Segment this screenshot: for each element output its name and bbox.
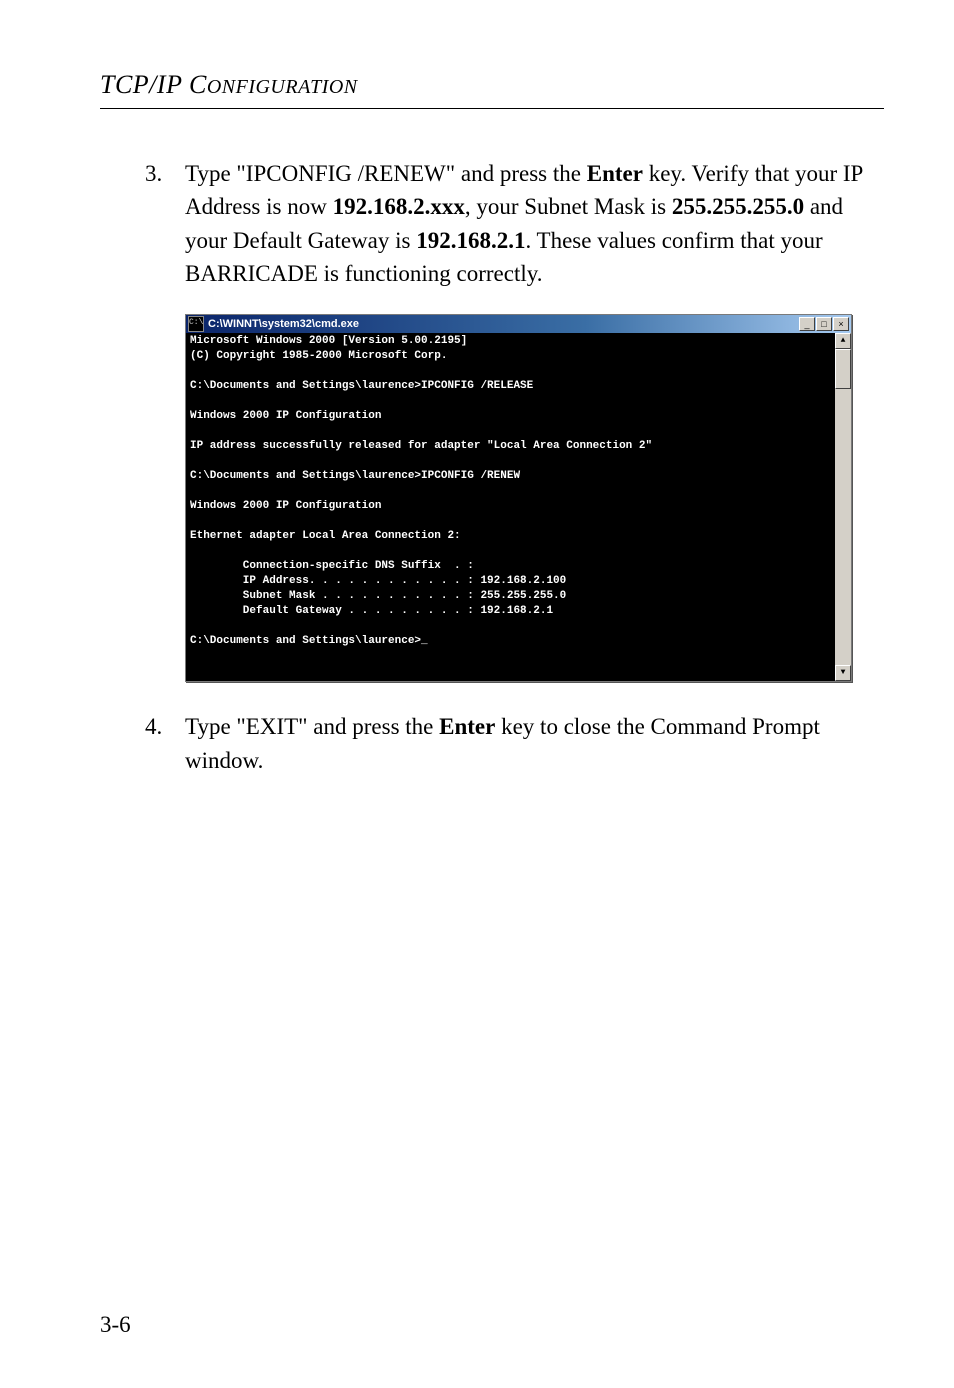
heading-rule bbox=[100, 108, 884, 109]
step-body: Type "IPCONFIG /RENEW" and press the Ent… bbox=[185, 157, 884, 290]
cmd-window: C:\ C:\WINNT\system32\cmd.exe _ □ × Micr… bbox=[185, 314, 852, 682]
text-run: Type "IPCONFIG /RENEW" and press the bbox=[185, 161, 587, 186]
window-buttons: _ □ × bbox=[799, 317, 849, 331]
step-4: 4. Type "EXIT" and press the Enter key t… bbox=[145, 710, 884, 777]
document-page: TCP/IP CONFIGURATION 3. Type "IPCONFIG /… bbox=[0, 0, 954, 1388]
maximize-button[interactable]: □ bbox=[816, 317, 832, 331]
text-run: Type "EXIT" and press the bbox=[185, 714, 439, 739]
titlebar[interactable]: C:\ C:\WINNT\system32\cmd.exe _ □ × bbox=[186, 315, 851, 333]
window-title: C:\WINNT\system32\cmd.exe bbox=[208, 317, 799, 332]
text-run: , your Subnet Mask is bbox=[465, 194, 672, 219]
scroll-down-button[interactable]: ▼ bbox=[835, 665, 851, 681]
step-number: 4. bbox=[145, 710, 185, 777]
text-bold: Enter bbox=[439, 714, 495, 739]
steps-list: 3. Type "IPCONFIG /RENEW" and press the … bbox=[145, 157, 884, 290]
cmd-client-area: Microsoft Windows 2000 [Version 5.00.219… bbox=[186, 333, 851, 681]
cmd-output[interactable]: Microsoft Windows 2000 [Version 5.00.219… bbox=[186, 333, 835, 681]
text-bold: 192.168.2.xxx bbox=[333, 194, 465, 219]
heading-text: TCP/IP CONFIGURATION bbox=[100, 70, 358, 99]
scroll-track[interactable] bbox=[835, 349, 851, 665]
text-bold: 255.255.255.0 bbox=[672, 194, 804, 219]
close-button[interactable]: × bbox=[833, 317, 849, 331]
scroll-thumb[interactable] bbox=[835, 349, 851, 389]
step-number: 3. bbox=[145, 157, 185, 290]
text-bold: 192.168.2.1 bbox=[416, 228, 525, 253]
steps-list-2: 4. Type "EXIT" and press the Enter key t… bbox=[145, 710, 884, 777]
step-body: Type "EXIT" and press the Enter key to c… bbox=[185, 710, 884, 777]
step-3: 3. Type "IPCONFIG /RENEW" and press the … bbox=[145, 157, 884, 290]
scroll-up-button[interactable]: ▲ bbox=[835, 333, 851, 349]
text-bold: Enter bbox=[587, 161, 643, 186]
vertical-scrollbar[interactable]: ▲ ▼ bbox=[835, 333, 851, 681]
page-number: 3-6 bbox=[100, 1312, 131, 1338]
cmd-app-icon: C:\ bbox=[188, 316, 204, 332]
minimize-button[interactable]: _ bbox=[799, 317, 815, 331]
section-heading: TCP/IP CONFIGURATION bbox=[100, 70, 884, 100]
